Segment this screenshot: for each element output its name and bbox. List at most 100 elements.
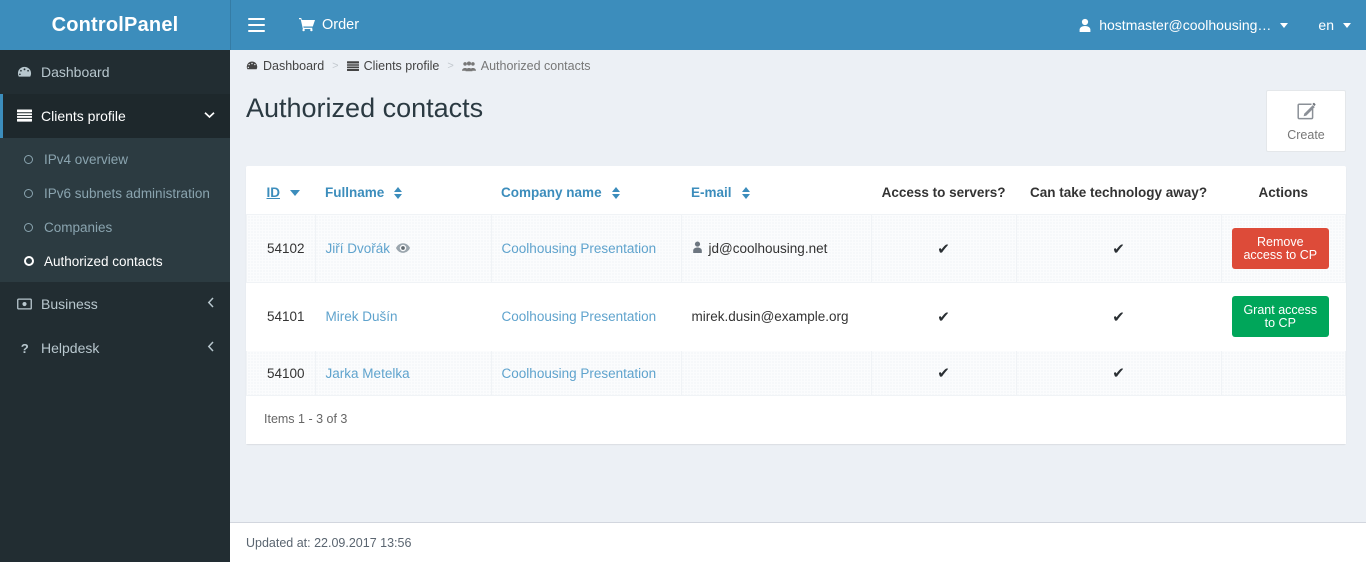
breadcrumb-label: Authorized contacts — [480, 59, 591, 73]
fullname-link[interactable]: Jarka Metelka — [326, 366, 410, 381]
sidebar-item-authorized-contacts[interactable]: Authorized contacts — [0, 244, 230, 278]
table-header-row: ID Fullname Company name E-mail Access t… — [247, 169, 1346, 215]
sidebar-item-dashboard[interactable]: Dashboard — [0, 50, 230, 94]
table-row[interactable]: 54101 Mirek Dušín Coolhousing Presentati… — [246, 282, 1346, 351]
cell-can-take-technology-away: ✔ — [1015, 350, 1222, 396]
fullname-link[interactable]: Jiří Dvořák — [326, 241, 391, 256]
footer-sidebar-filler — [0, 522, 230, 562]
column-header-id[interactable]: ID — [247, 169, 316, 215]
column-label: ID — [266, 185, 281, 200]
check-icon: ✔ — [937, 240, 950, 258]
create-button[interactable]: Create — [1266, 90, 1346, 152]
footer-bar: Updated at: 22.09.2017 13:56 — [230, 522, 1366, 562]
sort-both-icon — [741, 186, 750, 199]
eye-icon[interactable] — [396, 241, 411, 256]
cell-id: 54101 — [246, 282, 316, 351]
cell-id: 54102 — [246, 214, 316, 283]
question-icon: ? — [17, 341, 41, 356]
sidebar-item-label: Clients profile — [41, 108, 126, 124]
user-menu[interactable]: hostmaster@coolhousing… — [1063, 0, 1303, 50]
breadcrumb-label: Clients profile — [363, 59, 440, 73]
cell-email: jd@coolhousing.net — [680, 214, 872, 283]
breadcrumb-item-authorized-contacts: Authorized contacts — [461, 59, 591, 73]
check-icon: ✔ — [1112, 365, 1125, 382]
circle-icon — [24, 222, 44, 232]
svg-text:?: ? — [21, 341, 29, 356]
cell-company-name: Coolhousing Presentation — [491, 282, 682, 351]
cell-fullname: Jarka Metelka — [314, 350, 492, 396]
column-header-company-name[interactable]: Company name — [491, 169, 681, 215]
check-icon: ✔ — [1112, 240, 1125, 258]
column-label: Company name — [501, 185, 602, 200]
menu-toggle-icon[interactable] — [235, 0, 277, 50]
table-row[interactable]: 54102 Jiří Dvořák Coolhousing Presentati… — [246, 214, 1347, 283]
fullname-link[interactable]: Mirek Dušín — [326, 309, 398, 324]
breadcrumb-item-dashboard[interactable]: Dashboard — [246, 59, 324, 73]
sidebar-item-ipv6-subnets-administration[interactable]: IPv6 subnets administration — [0, 176, 230, 210]
user-menu-label: hostmaster@coolhousing… — [1099, 17, 1272, 33]
column-header-email[interactable]: E-mail — [681, 169, 871, 215]
sidebar-item-ipv4-overview[interactable]: IPv4 overview — [0, 142, 230, 176]
sidebar-subitem-label: Authorized contacts — [44, 253, 163, 269]
remove-access-button[interactable]: Remove access to CP — [1231, 228, 1329, 269]
sidebar-subitem-label: Companies — [44, 219, 113, 235]
body-wrap: Dashboard Clients profile IPv4 overview … — [0, 50, 1366, 522]
email-text: jd@coolhousing.net — [708, 241, 828, 256]
table-head: ID Fullname Company name E-mail Access t… — [247, 169, 1346, 215]
create-button-label: Create — [1287, 127, 1325, 142]
sidebar-item-label: Helpdesk — [41, 340, 100, 356]
user-icon — [1078, 18, 1092, 32]
nav-order-link[interactable]: Order — [285, 0, 373, 50]
sidebar-item-clients-profile[interactable]: Clients profile — [0, 94, 230, 138]
sort-both-icon — [394, 186, 403, 199]
cell-can-take-technology-away: ✔ — [1016, 282, 1222, 351]
breadcrumb-item-clients-profile[interactable]: Clients profile — [346, 59, 440, 73]
circle-icon — [24, 256, 44, 266]
column-header-fullname[interactable]: Fullname — [315, 169, 491, 215]
sidebar-item-label: Business — [41, 296, 98, 312]
sort-both-icon — [611, 186, 620, 199]
company-link[interactable]: Coolhousing Presentation — [502, 366, 657, 381]
cell-company-name: Coolhousing Presentation — [490, 214, 682, 283]
sidebar-item-label: Dashboard — [41, 64, 110, 80]
sidebar-item-business[interactable]: Business — [0, 282, 230, 326]
column-header-actions: Actions — [1221, 169, 1345, 215]
brand-logo[interactable]: ControlPanel — [0, 0, 230, 50]
chevron-left-icon — [207, 297, 215, 311]
column-label: Can take technology away? — [1030, 185, 1208, 200]
top-bar: ControlPanel Order hostmaster@coolhousin… — [0, 0, 1366, 50]
table-row[interactable]: 54100 Jarka Metelka Coolhousing Presenta… — [246, 350, 1347, 396]
hamburger-bar — [247, 18, 265, 20]
hamburger-bar — [247, 30, 265, 32]
cart-icon — [299, 18, 315, 32]
create-pencil-icon — [1296, 101, 1316, 124]
column-label: E-mail — [691, 185, 732, 200]
main-area: ID Fullname Company name E-mail Access t… — [230, 152, 1366, 522]
sidebar-submenu-clients-profile: IPv4 overview IPv6 subnets administratio… — [0, 138, 230, 282]
navbar-right: hostmaster@coolhousing… en — [1063, 0, 1366, 50]
column-label: Actions — [1258, 185, 1309, 200]
sidebar-item-companies[interactable]: Companies — [0, 210, 230, 244]
cell-email — [680, 350, 872, 396]
breadcrumb-separator: > — [332, 60, 339, 72]
money-icon — [17, 298, 41, 310]
chevron-down-icon — [204, 110, 215, 122]
chevron-down-icon — [1343, 22, 1351, 28]
company-link[interactable]: Coolhousing Presentation — [502, 309, 657, 324]
column-header-can-take-technology-away: Can take technology away? — [1016, 169, 1221, 215]
page-title: Authorized contacts — [246, 93, 484, 123]
dashboard-icon — [17, 65, 41, 80]
chevron-left-icon — [207, 341, 215, 355]
language-menu[interactable]: en — [1303, 0, 1366, 50]
company-link[interactable]: Coolhousing Presentation — [502, 241, 657, 256]
server-list-icon — [346, 60, 359, 72]
grant-access-button[interactable]: Grant access to CP — [1231, 296, 1329, 337]
nav-order-label: Order — [322, 17, 360, 33]
check-icon: ✔ — [937, 365, 950, 382]
cell-access-to-servers: ✔ — [871, 282, 1017, 351]
check-icon: ✔ — [937, 308, 950, 326]
column-label: Fullname — [325, 185, 385, 200]
sidebar-item-helpdesk[interactable]: ? Helpdesk — [0, 326, 230, 370]
content-area: Dashboard > Clients profile > Authorized… — [230, 50, 1366, 522]
sidebar-subitem-label: IPv4 overview — [44, 151, 129, 167]
